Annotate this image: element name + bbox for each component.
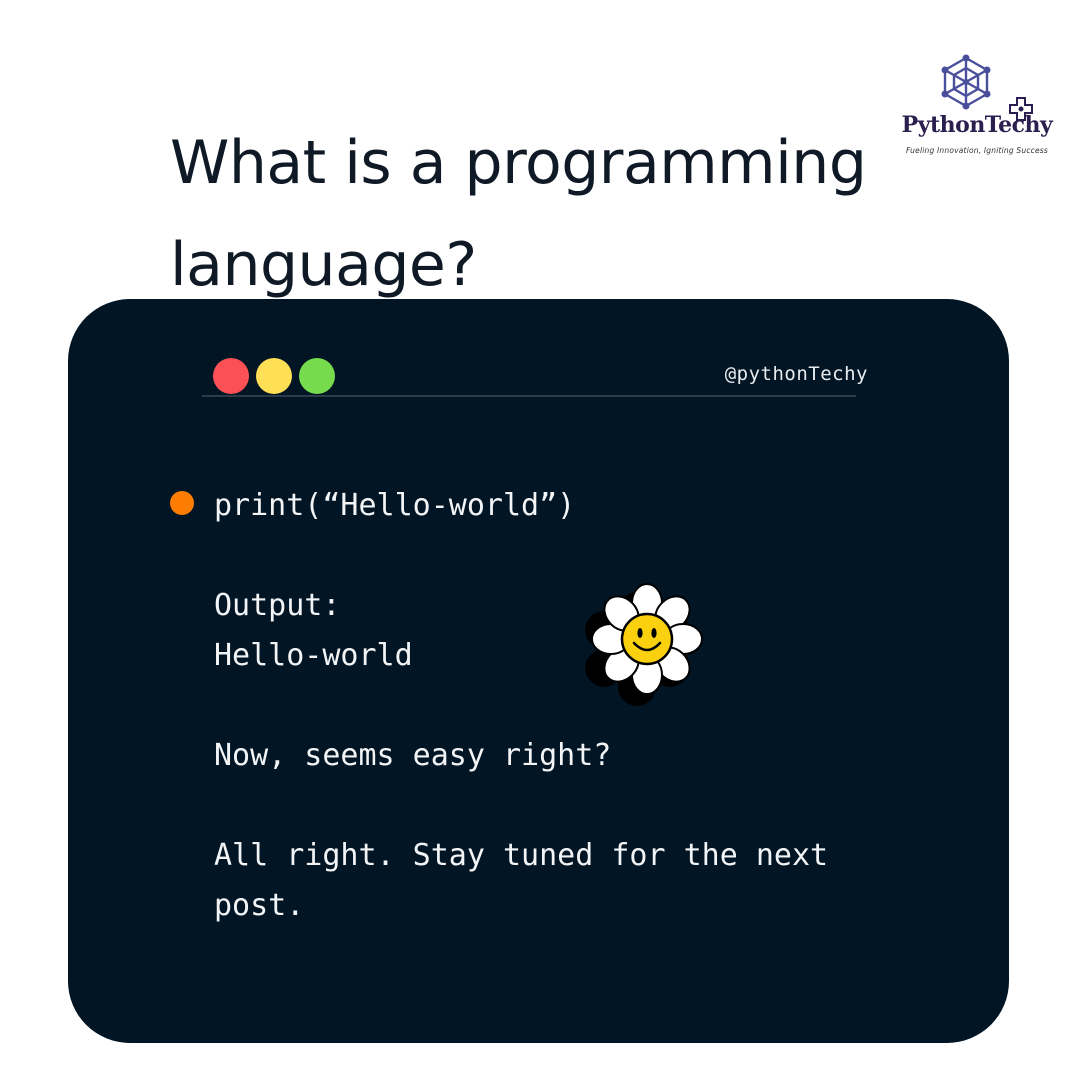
brand-name: PythonTechy bbox=[901, 112, 1053, 138]
line-bullet-icon bbox=[170, 491, 194, 515]
window-close-dot[interactable] bbox=[213, 358, 249, 394]
window-minimize-dot[interactable] bbox=[256, 358, 292, 394]
author-handle: @pythonTechy bbox=[724, 363, 868, 385]
page-title: What is a programming language? bbox=[170, 112, 870, 316]
smiley-flower-icon bbox=[585, 583, 703, 706]
network-polygon-icon bbox=[941, 54, 991, 110]
code-window: @pythonTechy print(“Hello-world”) Output… bbox=[68, 299, 1009, 1043]
page-title-line-1: What is a programming bbox=[170, 128, 867, 198]
window-maximize-dot[interactable] bbox=[299, 358, 335, 394]
brand-logo: PythonTechy Fueling Innovation, Igniting… bbox=[884, 52, 1070, 164]
closing-text: All right. Stay tuned for the next post. bbox=[214, 838, 829, 923]
brand-tagline: Fueling Innovation, Igniting Success bbox=[905, 146, 1049, 155]
question-text: Now, seems easy right? bbox=[214, 738, 612, 773]
code-statement: print(“Hello-world”) bbox=[214, 488, 576, 523]
output-label: Output: bbox=[214, 588, 341, 623]
output-value: Hello-world bbox=[214, 638, 413, 673]
title-bar-divider bbox=[202, 395, 856, 397]
